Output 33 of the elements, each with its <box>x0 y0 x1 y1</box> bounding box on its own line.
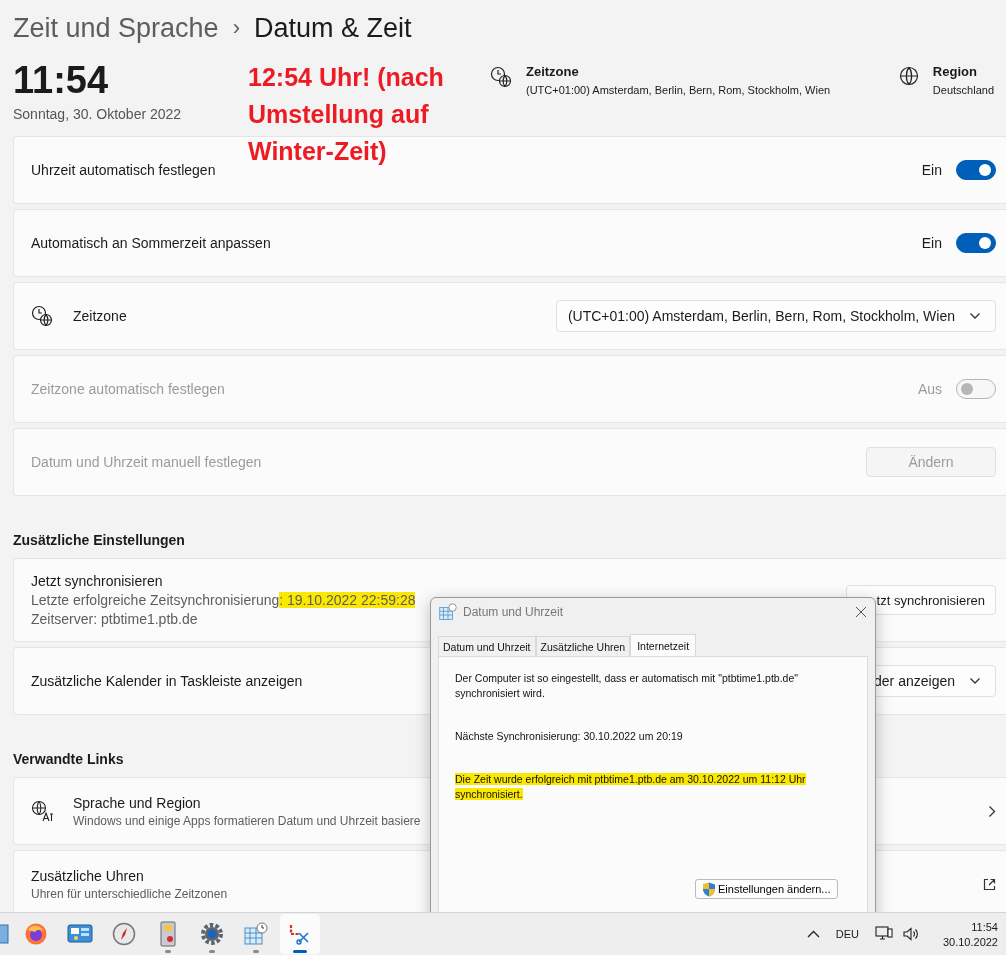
tray-time: 11:54 <box>971 920 998 933</box>
dialog-text: Der Computer ist so eingestellt, dass er automatisch mit "ptbtime1.ptb.de" synchronisiert wird. <box>455 671 800 701</box>
toggle-state: Ein <box>921 235 942 251</box>
current-time: 11:54 <box>13 58 109 102</box>
setting-detail: Letzte erfolgreiche Zeitsynchronisierung: 19.10.2022 22:59:28 <box>31 592 416 608</box>
breadcrumb-separator: › <box>232 15 240 41</box>
setting-label: Zeitzone automatisch festlegen <box>31 381 225 397</box>
info-title: Zeitzone <box>526 64 580 79</box>
setting-label: Automatisch an Sommerzeit anpassen <box>31 235 271 251</box>
info-title: Region <box>932 64 978 79</box>
link-description: Windows und einige Apps formatieren Datum und Uhrzeit basiere <box>73 813 421 828</box>
dialog-text: Die Zeit wurde erfolgreich mit ptbtime1.ptb.de am 30.10.2022 um 11:12 Uhr synchronisiert. <box>455 772 807 802</box>
annotation-text: 12:54 Uhr! (nach Umstellung auf Winter-Zeit) <box>248 62 445 167</box>
section-heading: Verwandte Links <box>13 751 124 767</box>
tray-date: 30.10.2022 <box>942 935 998 948</box>
link-description: Uhren für unterschiedliche Zeitzonen <box>31 886 228 901</box>
setting-label: Uhrzeit automatisch festlegen <box>31 162 216 178</box>
setting-label: Zeitzone <box>73 308 127 324</box>
current-date: Sonntag, 30. Oktober 2022 <box>13 106 182 122</box>
info-value: Deutschland <box>932 84 994 96</box>
toggle-state: Ein <box>921 162 942 178</box>
page-title: Datum & Zeit <box>253 12 412 44</box>
setting-label: Datum und Uhrzeit manuell festlegen <box>31 454 262 470</box>
info-value: (UTC+01:00) Amsterdam, Berlin, Bern, Rom, Stockholm, Wien <box>526 84 831 96</box>
dialog-title: Datum und Uhrzeit <box>463 605 564 619</box>
setting-label: Zusätzliche Kalender in Taskleiste anzeigen <box>31 673 303 689</box>
setting-label: Jetzt synchronisieren <box>31 573 164 589</box>
dialog-text: Nächste Synchronisierung: 30.10.2022 um 20:19 <box>455 729 684 744</box>
link-title: Sprache und Region <box>73 794 202 811</box>
toggle-state: Aus <box>917 381 942 397</box>
setting-detail: Zeitserver: ptbtime1.ptb.de <box>31 611 199 627</box>
link-title: Zusätzliche Uhren <box>31 867 145 884</box>
section-heading: Zusätzliche Einstellungen <box>13 532 185 548</box>
